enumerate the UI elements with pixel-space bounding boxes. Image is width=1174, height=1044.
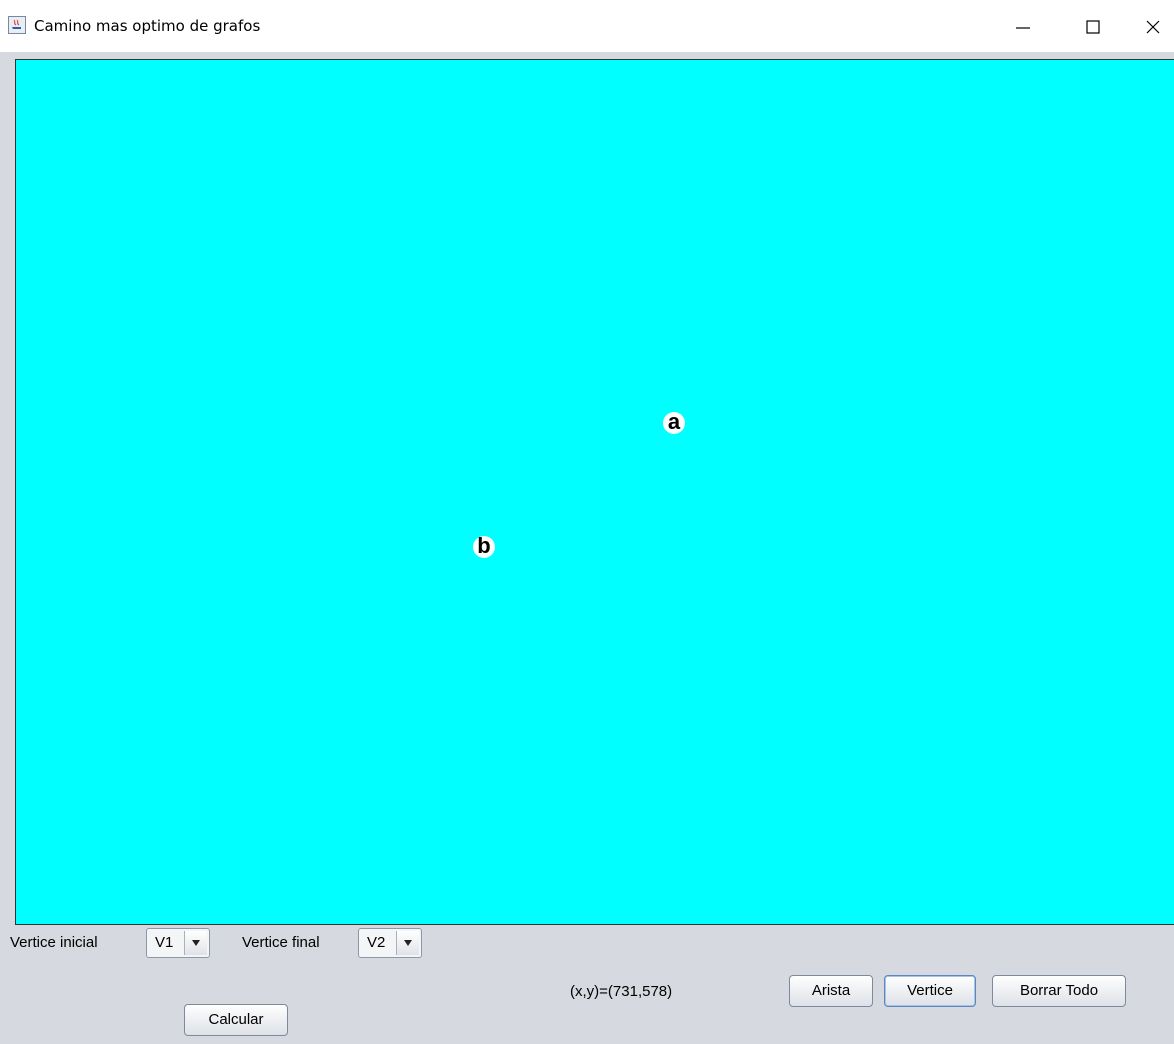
borrar-todo-button[interactable]: Borrar Todo — [992, 975, 1126, 1007]
maximize-button[interactable] — [1070, 10, 1116, 42]
end-vertex-label: Vertice final — [242, 934, 320, 951]
start-vertex-value: V1 — [155, 934, 174, 951]
graph-canvas[interactable]: a b — [15, 59, 1174, 925]
minimize-icon — [1016, 27, 1030, 29]
maximize-icon — [1086, 20, 1100, 34]
chevron-down-icon — [404, 940, 412, 946]
window-title: Camino mas optimo de grafos — [34, 17, 261, 35]
vertice-button[interactable]: Vertice — [884, 975, 976, 1007]
end-vertex-select[interactable]: V2 — [358, 928, 422, 958]
close-icon — [1146, 20, 1160, 34]
title-bar: Camino mas optimo de grafos — [0, 0, 1174, 52]
main-panel: a b Vertice inicial V1 Vertice final V2 … — [0, 52, 1174, 1044]
start-vertex-select[interactable]: V1 — [146, 928, 210, 958]
coordinates-readout: (x,y)=(731,578) — [570, 983, 673, 1000]
vertex-b[interactable]: b — [473, 535, 495, 558]
arista-button[interactable]: Arista — [789, 975, 873, 1007]
start-dropdown-button[interactable] — [184, 931, 207, 955]
minimize-button[interactable] — [1000, 10, 1046, 42]
chevron-down-icon — [192, 940, 200, 946]
vertex-a[interactable]: a — [663, 411, 685, 434]
start-vertex-label: Vertice inicial — [10, 934, 98, 951]
close-button[interactable] — [1130, 10, 1174, 42]
end-dropdown-button[interactable] — [396, 931, 419, 955]
end-vertex-value: V2 — [367, 934, 386, 951]
java-app-icon — [8, 16, 26, 34]
calcular-button[interactable]: Calcular — [184, 1004, 288, 1036]
